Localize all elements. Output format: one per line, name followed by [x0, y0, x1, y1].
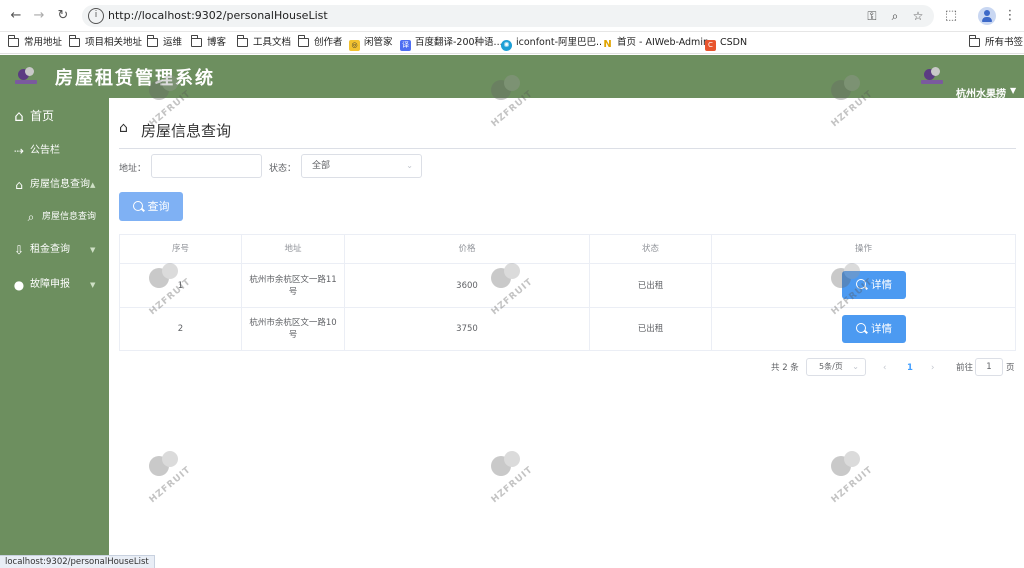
extensions-icon[interactable]: ⬚ — [941, 6, 961, 26]
arrow-right-icon: ⇢ — [13, 144, 25, 158]
detail-button[interactable]: 详情 — [842, 271, 906, 299]
forward-icon[interactable]: → — [30, 7, 48, 25]
address-bar[interactable]: i http://localhost:9302/personalHouseLis… — [82, 5, 934, 27]
status-select[interactable]: 全部 ⌄ — [301, 154, 422, 178]
folder-icon — [237, 35, 248, 47]
bookmark-folder[interactable]: 项目相关地址 — [69, 35, 142, 51]
next-page-icon[interactable]: › — [931, 359, 934, 377]
bookmark-link[interactable]: C CSDN — [705, 35, 747, 51]
table-cell-index: 2 — [177, 324, 184, 334]
prev-page-icon[interactable]: ‹ — [883, 359, 886, 377]
status-label: 状态： — [269, 164, 297, 174]
folder-icon — [8, 35, 19, 47]
column-header-index: 序号 — [171, 244, 189, 254]
search-icon: ⌕ — [27, 210, 35, 224]
main-content: ⌂ 房屋信息查询 地址： 状态： 全部 ⌄ 查询 序号 地址 价格 状态 操作 … — [109, 98, 1024, 568]
column-header-status: 状态 — [641, 244, 659, 254]
key-icon[interactable]: ⚿ — [864, 8, 880, 24]
chevron-down-icon: ▼ — [90, 281, 96, 289]
search-icon — [856, 279, 866, 289]
iconfont-icon: ✺ — [501, 40, 512, 51]
folder-icon — [69, 35, 80, 47]
page-title: ⌂ 房屋信息查询 — [119, 120, 231, 140]
bookmark-link[interactable]: ✺ iconfont-阿里巴巴... — [501, 35, 605, 51]
app-logo — [15, 66, 37, 88]
query-button[interactable]: 查询 — [119, 192, 183, 221]
page-size-select[interactable]: 5条/页 ⌄ — [806, 358, 866, 376]
baidu-translate-icon: 译 — [400, 40, 411, 51]
all-bookmarks[interactable]: 所有书签 — [969, 35, 1023, 51]
bookmark-folder[interactable]: 运维 — [147, 35, 182, 51]
browser-toolbar: ← → ↻ i http://localhost:9302/personalHo… — [0, 0, 1024, 32]
caret-down-icon[interactable]: ▼ — [1010, 86, 1016, 95]
sidebar-item-notice[interactable]: ⇢ 公告栏 — [0, 139, 109, 163]
download-icon: ⇩ — [13, 243, 25, 257]
star-icon[interactable]: ☆ — [910, 8, 926, 24]
chevron-down-icon: ⌄ — [406, 161, 413, 170]
bookmark-link[interactable]: N 首页 - AIWeb-Admin — [602, 35, 709, 51]
page-number-current[interactable]: 1 — [907, 359, 913, 377]
app-header: 房屋租赁管理系统 杭州水果捞 ▼ — [0, 55, 1024, 100]
pagination-total: 共 2 条 — [771, 363, 799, 373]
folder-icon — [191, 35, 202, 47]
table-cell-address: 杭州市余杭区文一路11号 — [249, 274, 337, 297]
search-icon — [132, 201, 143, 211]
folder-icon — [969, 35, 980, 47]
divider — [119, 148, 1016, 149]
table-cell-index: 1 — [177, 280, 184, 291]
site-info-icon[interactable]: i — [88, 8, 104, 24]
home-icon: ⌂ — [119, 120, 128, 136]
sidebar-item-fault-report[interactable]: ● 故障申报 ▼ — [0, 273, 109, 297]
table-cell-status: 已出租 — [637, 324, 664, 334]
bookmark-folder[interactable]: 创作者 — [298, 35, 343, 51]
sidebar-item-home[interactable]: ⌂ 首页 — [0, 104, 109, 128]
sidebar-item-house-query[interactable]: ⌂ 房屋信息查询 ▲ — [0, 173, 109, 197]
house-table: 序号 地址 价格 状态 操作 1 杭州市余杭区文一路11号 3600 已出租 详… — [119, 234, 1016, 351]
chevron-down-icon: ▼ — [90, 246, 96, 254]
status-bar-url: localhost:9302/personalHouseList — [0, 555, 155, 568]
sidebar-item-rent-query[interactable]: ⇩ 租金查询 ▼ — [0, 238, 109, 262]
folder-icon — [147, 35, 158, 47]
bookmark-link[interactable]: 译百度翻译-200种语... — [400, 35, 503, 51]
sidebar: ⌂ 首页 ⇢ 公告栏 ⌂ 房屋信息查询 ▲ ⌕ 房屋信息查询 ⇩ 租金查询 ▼ … — [0, 98, 109, 568]
home-icon: ⌂ — [15, 178, 23, 192]
goto-label: 前往 — [956, 363, 974, 373]
zoom-icon[interactable]: ⌕ — [887, 8, 903, 24]
user-avatar[interactable] — [921, 66, 943, 88]
bookmark-folder[interactable]: 工具文档 — [237, 35, 291, 51]
reload-icon[interactable]: ↻ — [54, 7, 72, 25]
csdn-icon: C — [705, 40, 716, 51]
detail-button[interactable]: 详情 — [842, 315, 906, 343]
url-text[interactable]: http://localhost:9302/personalHouseList — [108, 9, 328, 22]
aiweb-icon: N — [602, 39, 613, 50]
address-label: 地址： — [119, 164, 147, 174]
bookmark-folder[interactable]: 常用地址 — [8, 35, 62, 51]
page-suffix-label: 页 — [1006, 363, 1015, 373]
xianguanjia-icon: ◎ — [349, 40, 360, 51]
search-icon — [856, 323, 866, 333]
goto-page-input[interactable]: 1 — [975, 358, 1003, 376]
bookmark-folder[interactable]: 博客 — [191, 35, 226, 51]
table-cell-address: 杭州市余杭区文一路10号 — [249, 318, 337, 340]
back-icon[interactable]: ← — [7, 7, 25, 25]
bookmark-link[interactable]: ◎ 闲管家 — [349, 35, 393, 51]
folder-icon — [298, 35, 309, 47]
table-cell-price: 3750 — [456, 324, 478, 334]
column-header-action: 操作 — [854, 244, 872, 254]
bookmarks-bar: 常用地址 项目相关地址 运维 博客 工具文档 创作者 ◎ 闲管家 译百度翻译-20… — [0, 32, 1024, 54]
table-cell-status: 已出租 — [637, 280, 664, 291]
table-cell-price: 3600 — [456, 280, 478, 291]
chevron-up-icon: ▲ — [90, 181, 96, 189]
chevron-down-icon: ⌄ — [852, 362, 859, 371]
menu-icon[interactable]: ⋮ — [1000, 6, 1020, 26]
address-input[interactable] — [151, 154, 262, 178]
column-header-price: 价格 — [458, 244, 476, 254]
home-icon: ⌂ — [14, 107, 24, 125]
column-header-address: 地址 — [284, 244, 302, 254]
profile-avatar-icon[interactable] — [978, 7, 996, 25]
sidebar-subitem-house-query[interactable]: ⌕ 房屋信息查询 — [0, 205, 109, 229]
app-title: 房屋租赁管理系统 — [55, 68, 215, 89]
user-icon: ● — [13, 278, 25, 292]
